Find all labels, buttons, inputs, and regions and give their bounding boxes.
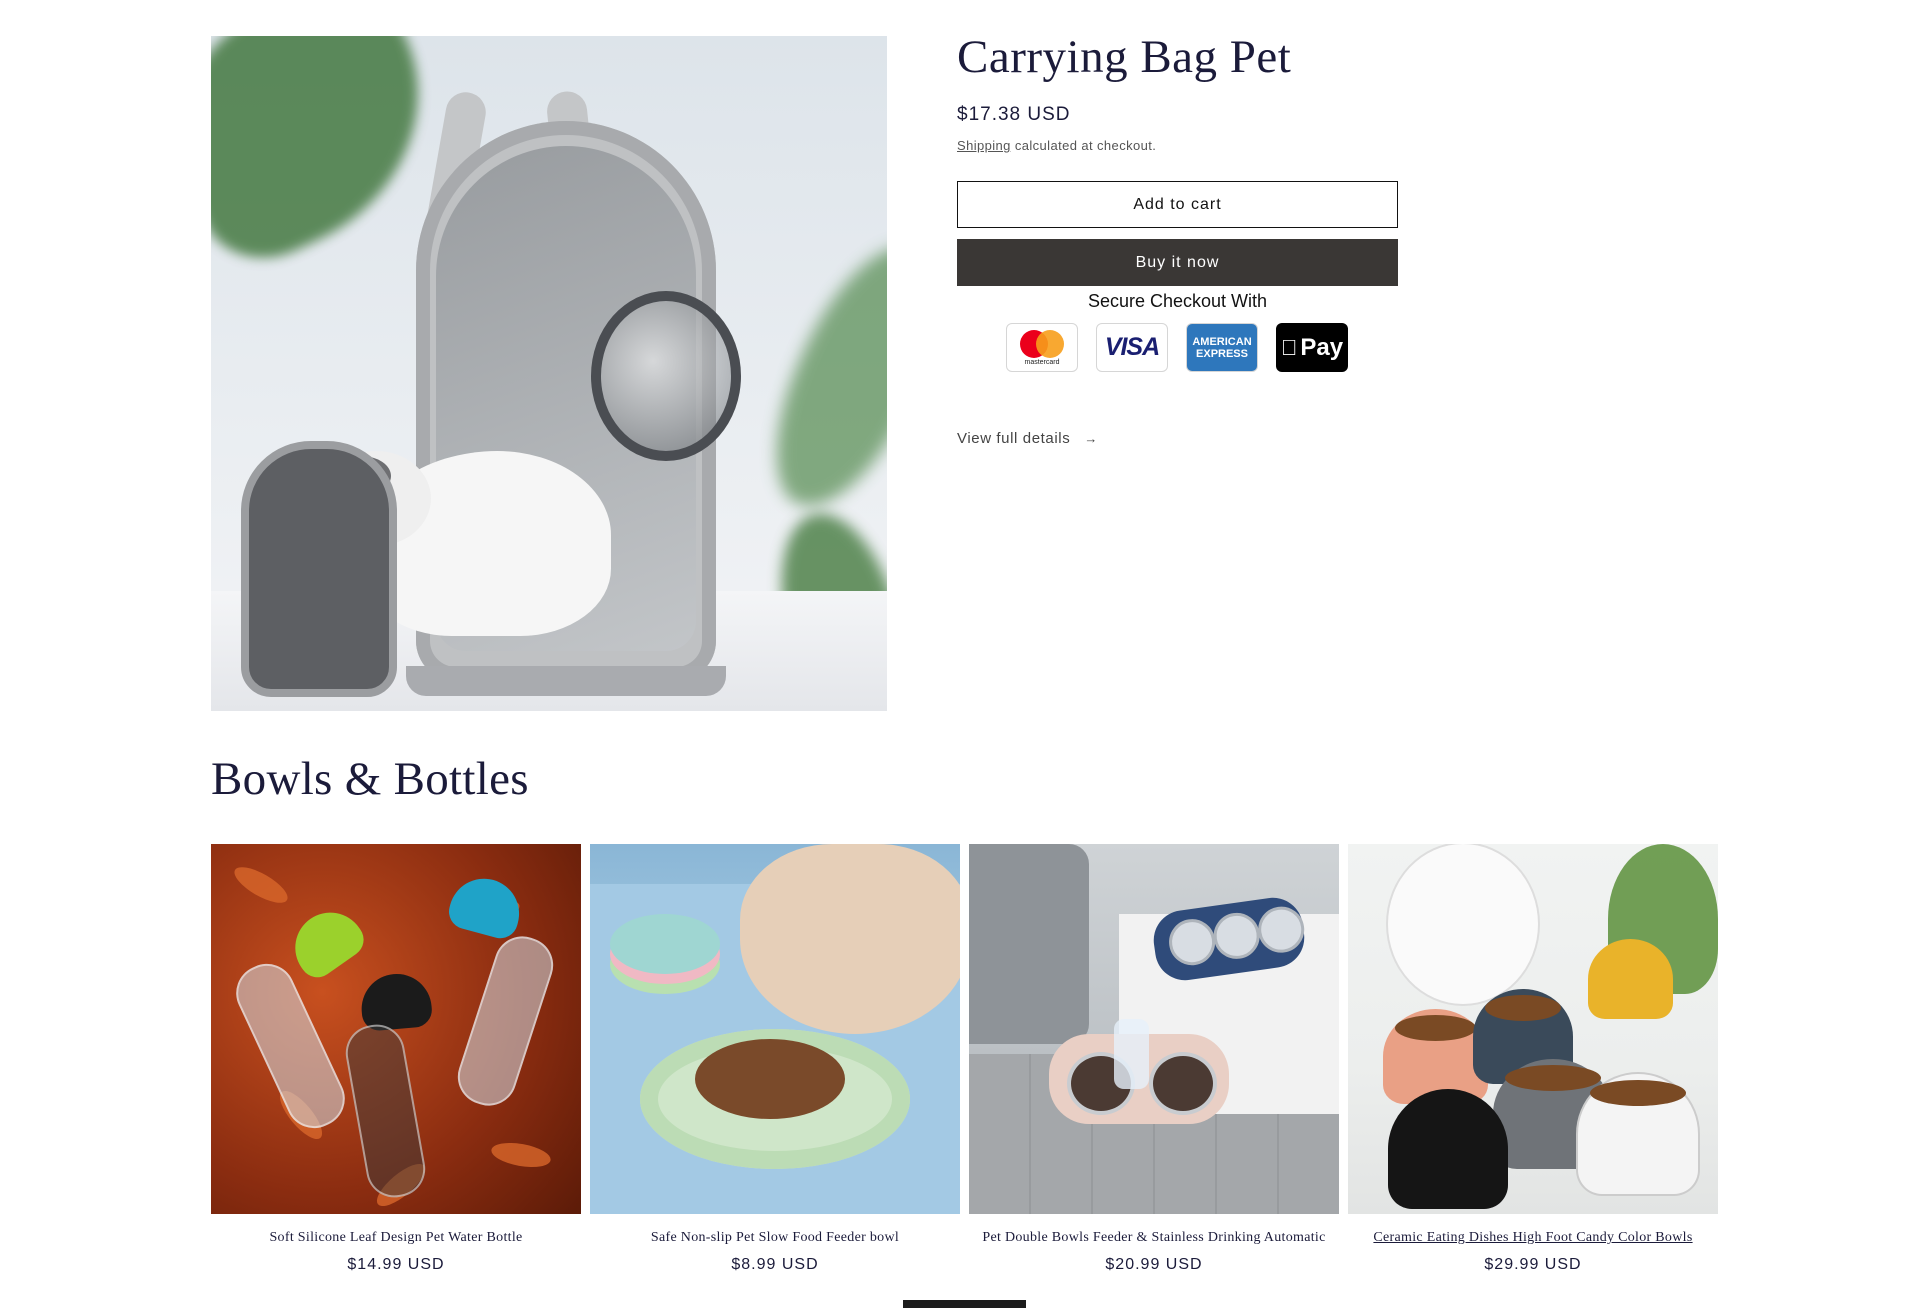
mastercard-label: mastercard [1024, 358, 1060, 366]
leaf-decoration [752, 223, 887, 529]
product-card-title[interactable]: Soft Silicone Leaf Design Pet Water Bott… [211, 1230, 581, 1246]
arrow-right-icon: → [1084, 431, 1098, 446]
product-card-price: $14.99 USD [347, 1256, 445, 1273]
view-details-label: View full details [957, 430, 1071, 447]
product-main-image[interactable] [211, 36, 887, 711]
view-full-details-link[interactable]: View full details → [957, 430, 1098, 447]
product-card-title[interactable]: Pet Double Bowls Feeder & Stainless Drin… [969, 1230, 1339, 1246]
mastercard-icon: mastercard [1006, 323, 1078, 372]
payment-icons: mastercard VISA AMERICAN EXPRESS  Pay [1006, 323, 1348, 372]
shipping-note-text: calculated at checkout. [1010, 138, 1157, 153]
shipping-note: Shipping calculated at checkout. [957, 138, 1156, 153]
secure-checkout-label: Secure Checkout With [1087, 291, 1268, 311]
add-to-cart-button[interactable]: Add to cart [957, 181, 1398, 228]
product-card-image[interactable] [211, 844, 581, 1214]
product-card-title[interactable]: Ceramic Eating Dishes High Foot Candy Co… [1348, 1230, 1718, 1246]
product-title: Carrying Bag Pet [957, 31, 1292, 83]
product-card-price: $20.99 USD [1105, 1256, 1203, 1273]
product-card-image[interactable] [969, 844, 1339, 1214]
product-card-price: $8.99 USD [731, 1256, 819, 1273]
apple-pay-label: Pay [1292, 333, 1343, 361]
amex-icon: AMERICAN EXPRESS [1186, 323, 1258, 372]
backpack-base [406, 666, 726, 696]
backpack-bubble-window [591, 291, 741, 461]
apple-pay-icon:  Pay [1276, 323, 1348, 372]
buy-it-now-button[interactable]: Buy it now [957, 239, 1398, 286]
backpack-door [241, 441, 397, 697]
collection-title: Bowls & Bottles [211, 753, 529, 805]
product-card-price: $29.99 USD [1484, 1256, 1582, 1273]
product-card[interactable]: Soft Silicone Leaf Design Pet Water Bott… [211, 844, 581, 1274]
amex-label-1: AMERICAN [1192, 335, 1252, 348]
product-card-title[interactable]: Safe Non-slip Pet Slow Food Feeder bowl [590, 1230, 960, 1246]
product-price: $17.38 USD [957, 104, 1071, 125]
product-card[interactable]: Pet Double Bowls Feeder & Stainless Drin… [969, 844, 1339, 1274]
product-card[interactable]: Ceramic Eating Dishes High Foot Candy Co… [1348, 844, 1718, 1274]
apple-logo-icon:  [1281, 335, 1298, 361]
product-card[interactable]: Safe Non-slip Pet Slow Food Feeder bowl … [590, 844, 960, 1274]
visa-icon: VISA [1096, 323, 1168, 372]
shipping-link[interactable]: Shipping [957, 138, 1011, 153]
product-card-image[interactable] [590, 844, 960, 1214]
view-all-button[interactable] [903, 1300, 1026, 1308]
product-card-image[interactable] [1348, 844, 1718, 1214]
amex-label-2: EXPRESS [1196, 347, 1248, 360]
